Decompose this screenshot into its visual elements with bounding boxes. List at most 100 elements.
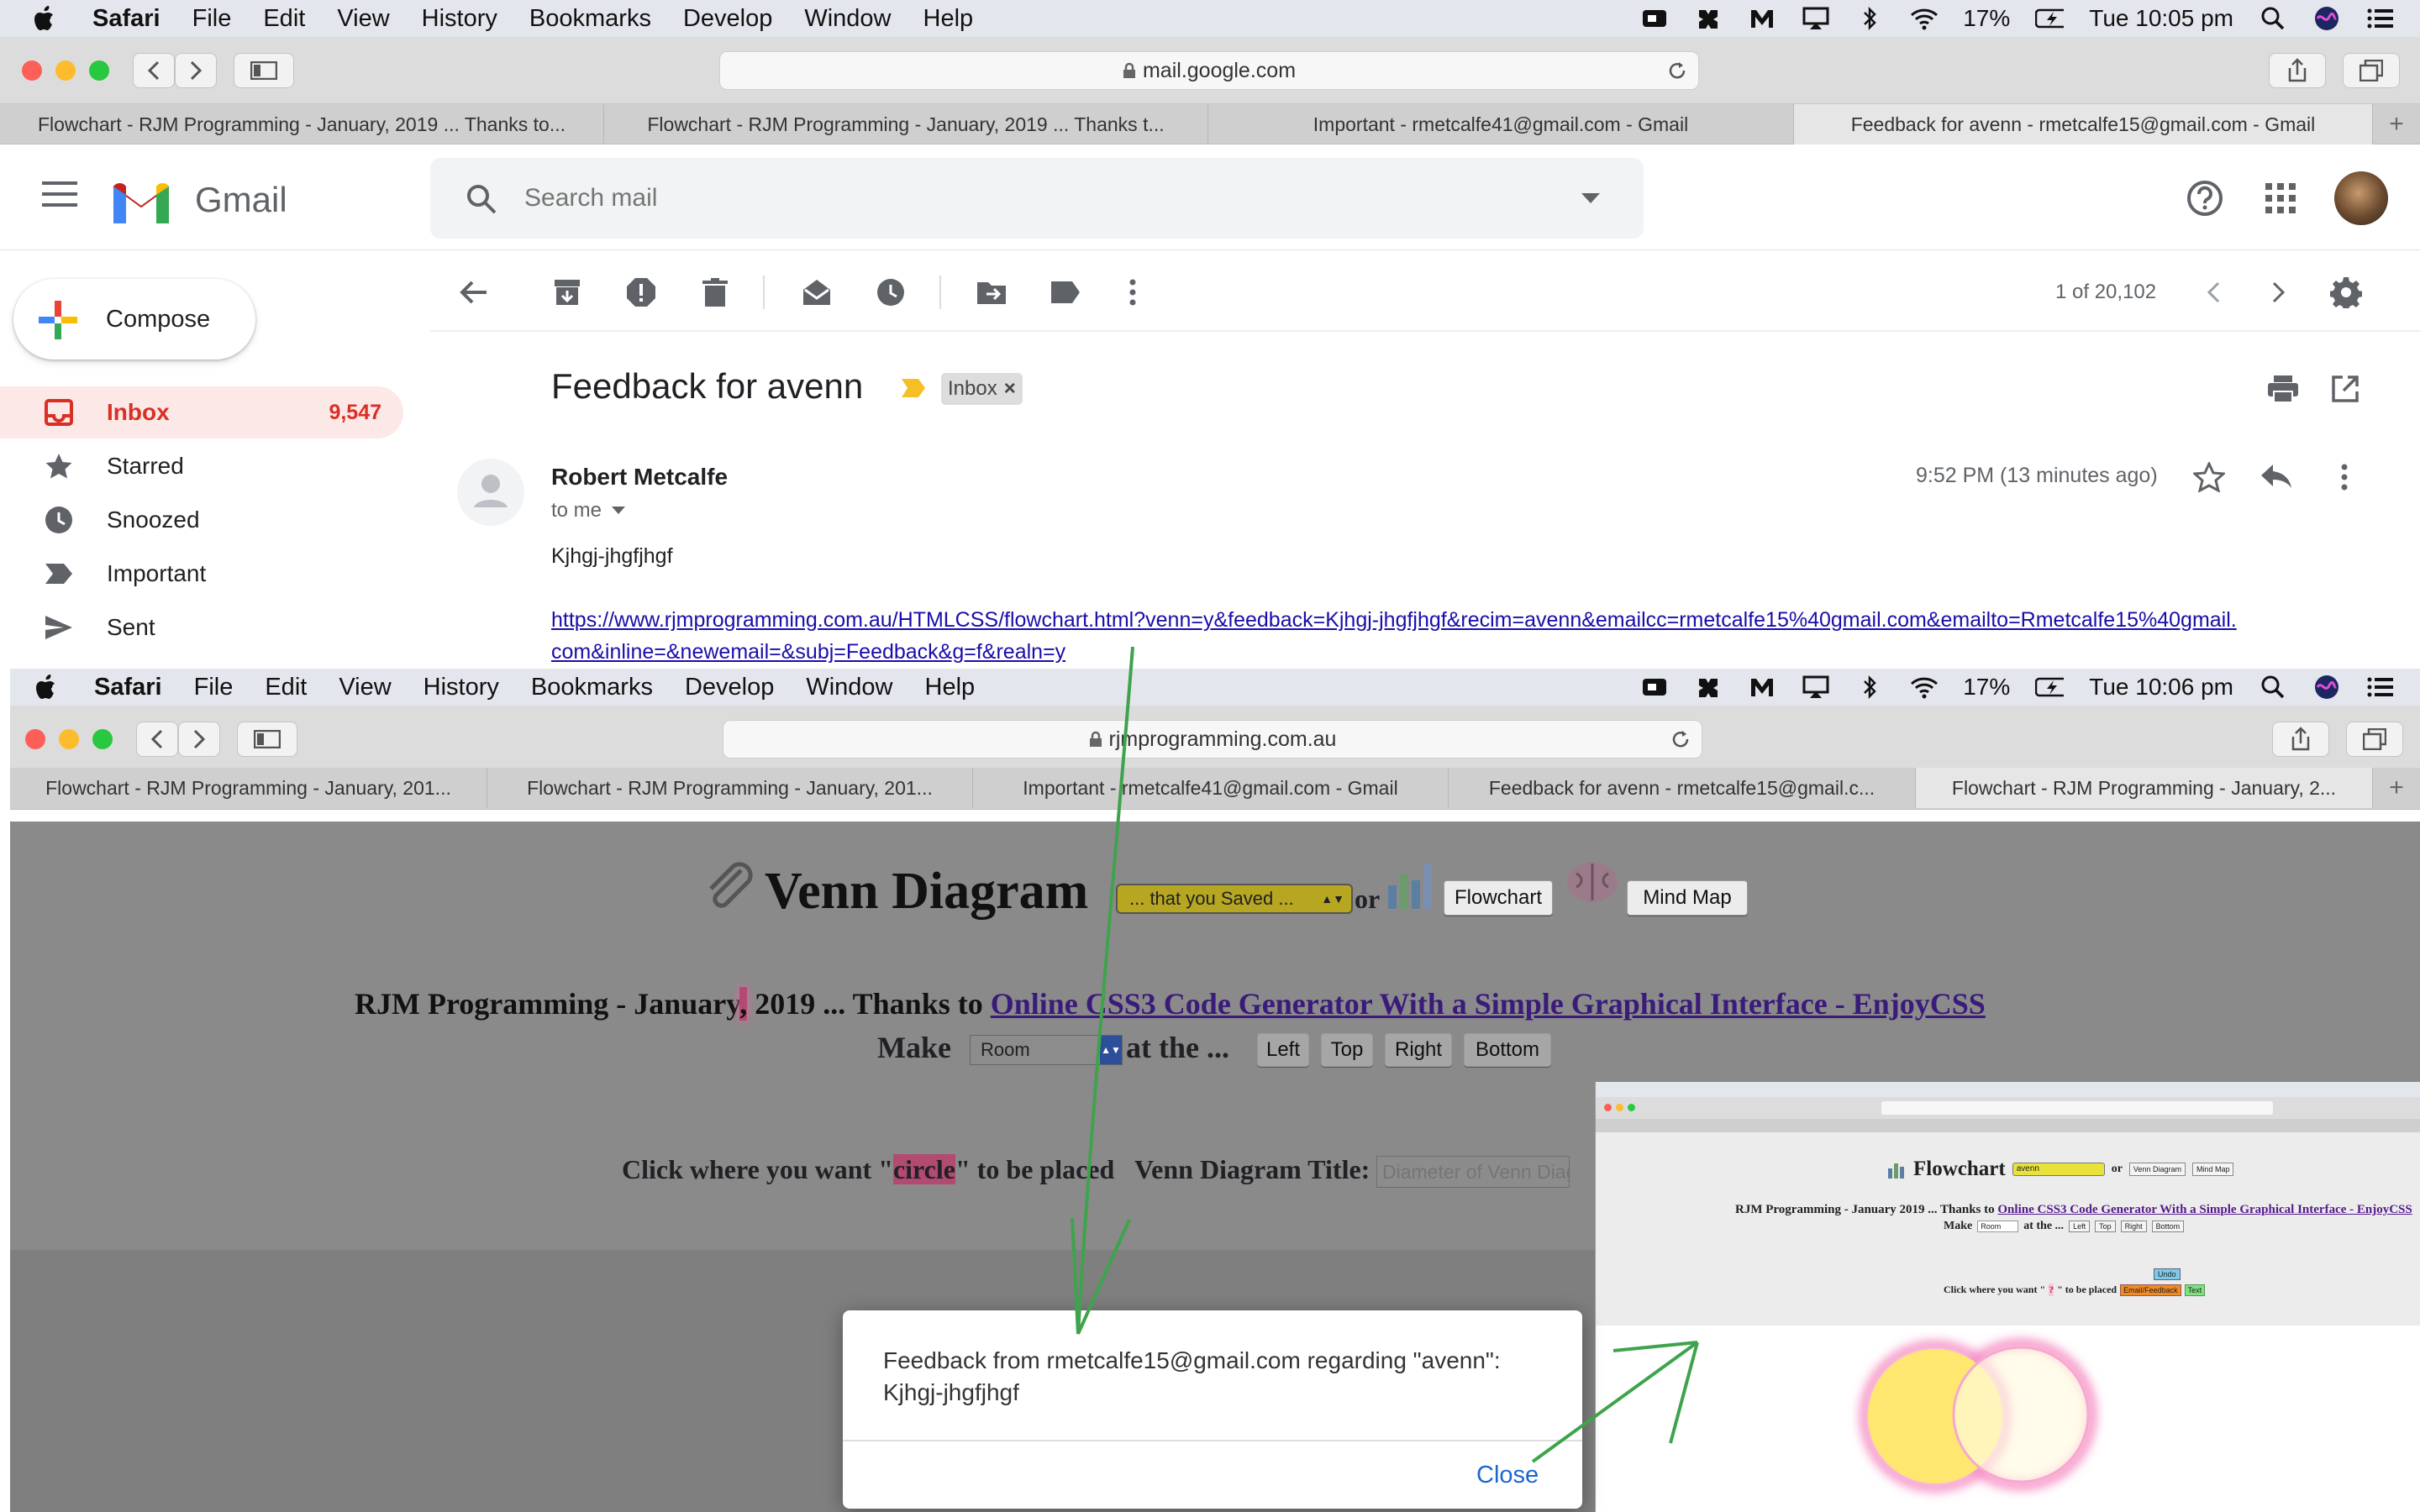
menu-help[interactable]: Help [923, 5, 974, 33]
puzzle-status-icon[interactable] [1694, 6, 1723, 31]
search-options-icon[interactable] [1581, 193, 1600, 203]
tab-flowchart-1[interactable]: Flowchart - RJM Programming - January, 2… [0, 104, 604, 144]
spotlight-search-icon[interactable] [2259, 6, 2287, 31]
bluetooth-icon[interactable] [1855, 675, 1884, 700]
menubar-clock[interactable]: Tue 10:06 pm [2089, 674, 2233, 701]
tab-overview-icon[interactable] [2346, 722, 2403, 757]
help-icon[interactable] [2186, 180, 2223, 217]
m-status-icon[interactable] [1748, 675, 1776, 700]
menu-view[interactable]: View [339, 674, 391, 701]
sidebar-toggle-icon[interactable] [237, 722, 297, 757]
menu-app-safari[interactable]: Safari [92, 5, 160, 33]
menu-develop[interactable]: Develop [683, 5, 772, 33]
sidebar-item-important[interactable]: Important [0, 548, 403, 600]
menu-window[interactable]: Window [806, 674, 892, 701]
menu-bookmarks[interactable]: Bookmarks [529, 5, 651, 33]
siri-icon[interactable] [2312, 6, 2341, 31]
reload-icon[interactable] [1666, 60, 1688, 81]
mind-map-button[interactable]: Mind Map [1627, 880, 1748, 916]
menu-bookmarks[interactable]: Bookmarks [531, 674, 653, 701]
back-button[interactable] [136, 722, 178, 757]
back-button[interactable] [133, 53, 175, 88]
spotlight-search-icon[interactable] [2259, 675, 2287, 700]
close-window-button[interactable] [22, 60, 42, 81]
dialog-close-button[interactable]: Close [1476, 1462, 1539, 1489]
minimize-window-button[interactable] [59, 729, 79, 749]
report-spam-icon[interactable] [623, 274, 660, 311]
forward-button[interactable] [175, 53, 217, 88]
sidebar-item-snoozed[interactable]: Snoozed [0, 494, 403, 546]
share-icon[interactable] [2272, 722, 2329, 757]
menu-develop[interactable]: Develop [685, 674, 774, 701]
left-button[interactable]: Left [1257, 1033, 1309, 1067]
menu-edit[interactable]: Edit [263, 5, 305, 33]
snooze-icon[interactable] [872, 274, 909, 311]
reply-icon[interactable] [2260, 464, 2292, 489]
sender-avatar[interactable] [457, 459, 524, 526]
menu-window[interactable]: Window [804, 5, 891, 33]
menu-file[interactable]: File [192, 5, 232, 33]
zoom-window-button[interactable] [92, 729, 113, 749]
labels-icon[interactable] [1047, 274, 1084, 311]
apple-menu-icon[interactable] [32, 5, 59, 32]
room-select[interactable]: Room ▲▼ [970, 1035, 1123, 1065]
new-tab-button[interactable]: + [2373, 104, 2420, 144]
sidebar-toggle-icon[interactable] [234, 53, 294, 88]
address-bar[interactable]: rjmprogramming.com.au [723, 720, 1702, 759]
importance-marker-icon[interactable] [901, 378, 926, 398]
menu-app-safari[interactable]: Safari [94, 674, 162, 701]
battery-icon[interactable] [2035, 6, 2065, 31]
airplay-icon[interactable] [1802, 6, 1830, 31]
share-icon[interactable] [2269, 53, 2326, 88]
venn-title-input[interactable] [1376, 1156, 1570, 1188]
archive-icon[interactable] [549, 274, 586, 311]
recipient-line[interactable]: to me [551, 499, 626, 522]
right-button[interactable]: Right [1385, 1033, 1452, 1067]
feedback-link-line1[interactable]: https://www.rjmprogramming.com.au/HTMLCS… [551, 608, 2237, 633]
sidebar-item-inbox[interactable]: Inbox 9,547 [0, 386, 403, 438]
siri-icon[interactable] [2312, 675, 2341, 700]
tab-flowchart-active[interactable]: Flowchart - RJM Programming - January, 2… [1916, 768, 2373, 808]
menubar-clock[interactable]: Tue 10:05 pm [2089, 5, 2233, 32]
apps-grid-icon[interactable] [2265, 183, 2296, 213]
more-options-icon[interactable] [1114, 274, 1151, 311]
close-window-button[interactable] [25, 729, 45, 749]
flowchart-button[interactable]: Flowchart [1444, 880, 1553, 916]
forward-button[interactable] [178, 722, 220, 757]
menu-edit[interactable]: Edit [265, 674, 307, 701]
battery-icon[interactable] [2035, 675, 2065, 700]
sidebar-item-starred[interactable]: Starred [0, 440, 403, 492]
older-chevron-icon[interactable] [2260, 274, 2297, 311]
delete-icon[interactable] [697, 274, 734, 311]
search-input[interactable] [524, 176, 1516, 220]
tab-feedback-gmail[interactable]: Feedback for avenn - rmetcalfe15@gmail.c… [1794, 104, 2373, 144]
tab-feedback-gmail[interactable]: Feedback for avenn - rmetcalfe15@gmail.c… [1449, 768, 1916, 808]
gmail-logo-icon[interactable] [109, 175, 173, 228]
airplay-icon[interactable] [1802, 675, 1830, 700]
main-menu-icon[interactable] [42, 181, 77, 211]
message-more-icon[interactable] [2341, 464, 2348, 491]
m-status-icon[interactable] [1748, 6, 1776, 31]
minimize-window-button[interactable] [55, 60, 76, 81]
bluetooth-icon[interactable] [1855, 6, 1884, 31]
compose-button[interactable]: Compose [13, 279, 255, 360]
wifi-icon[interactable] [1909, 675, 1939, 700]
puzzle-status-icon[interactable] [1694, 675, 1723, 700]
account-avatar[interactable] [2334, 171, 2388, 225]
menu-view[interactable]: View [337, 5, 389, 33]
menu-file[interactable]: File [194, 674, 234, 701]
menu-help[interactable]: Help [925, 674, 976, 701]
tab-flowchart-2[interactable]: Flowchart - RJM Programming - January, 2… [604, 104, 1208, 144]
camera-status-icon[interactable] [1640, 675, 1669, 700]
tab-flowchart-2[interactable]: Flowchart - RJM Programming - January, 2… [487, 768, 973, 808]
star-message-icon[interactable] [2193, 462, 2225, 492]
new-tab-button[interactable]: + [2373, 768, 2420, 808]
recipient-details-icon[interactable] [612, 507, 626, 515]
tab-overview-icon[interactable] [2343, 53, 2400, 88]
back-to-inbox-icon[interactable] [455, 274, 492, 311]
tab-flowchart-1[interactable]: Flowchart - RJM Programming - January, 2… [10, 768, 487, 808]
newer-chevron-icon[interactable] [2195, 274, 2232, 311]
tab-important-gmail[interactable]: Important - rmetcalfe41@gmail.com - Gmai… [1208, 104, 1794, 144]
wifi-icon[interactable] [1909, 6, 1939, 31]
search-mail-box[interactable] [430, 158, 1644, 239]
